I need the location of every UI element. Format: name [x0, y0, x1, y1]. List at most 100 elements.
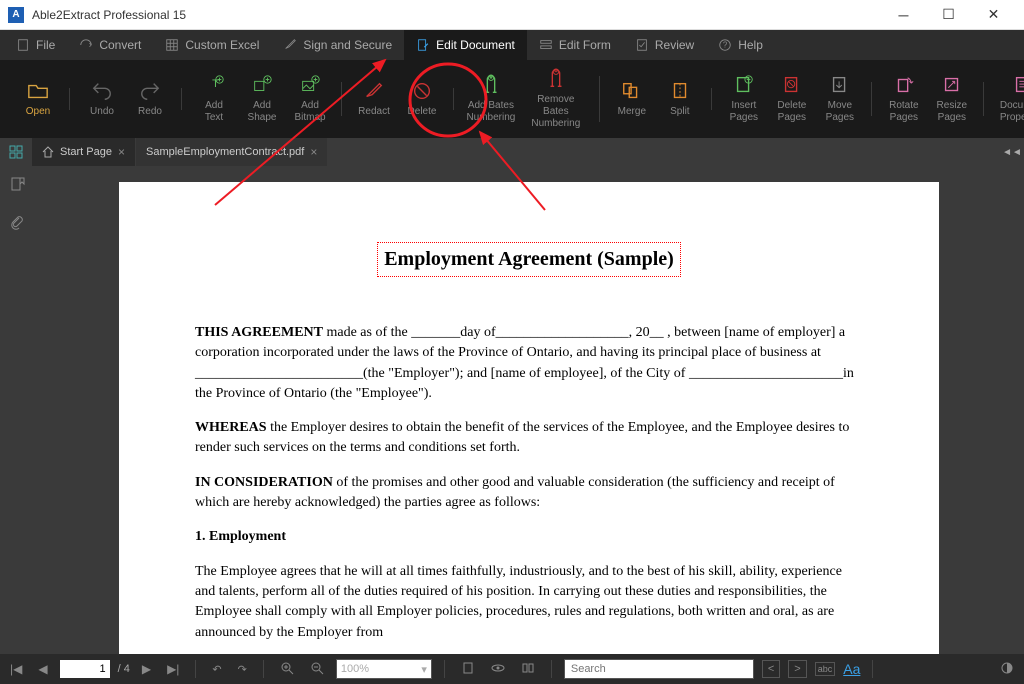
abc-toggle[interactable]: abc — [815, 662, 836, 676]
menu-file[interactable]: File — [4, 30, 67, 60]
undo-icon — [91, 80, 113, 102]
search-input[interactable] — [564, 659, 754, 679]
folder-open-icon — [27, 80, 49, 102]
undo-button[interactable]: Undo — [80, 76, 124, 122]
document-viewport[interactable]: Employment Agreement (Sample) THIS AGREE… — [34, 166, 1024, 654]
prev-page-button[interactable]: ◀ — [34, 662, 51, 676]
menu-sign-secure-label: Sign and Secure — [303, 38, 392, 52]
tab-close-icon[interactable]: × — [310, 145, 317, 159]
rotate-pages-label: Rotate Pages — [889, 100, 918, 124]
tab-document[interactable]: SampleEmploymentContract.pdf × — [136, 138, 328, 166]
menu-custom-excel-label: Custom Excel — [185, 38, 259, 52]
merge-label: Merge — [618, 106, 646, 118]
doc-paragraph: The Employee agrees that he will at all … — [195, 562, 863, 643]
insert-pages-icon — [733, 74, 755, 96]
contrast-button[interactable] — [996, 661, 1018, 678]
insert-pages-label: Insert Pages — [730, 100, 758, 124]
undo-label: Undo — [90, 106, 114, 118]
add-bitmap-button[interactable]: Add Bitmap — [288, 70, 332, 128]
delete-pages-button[interactable]: Delete Pages — [770, 70, 814, 128]
menu-edit-document[interactable]: Edit Document — [404, 30, 527, 60]
first-page-button[interactable]: |◀ — [6, 662, 26, 676]
delete-icon — [411, 80, 433, 102]
add-bitmap-icon — [299, 74, 321, 96]
remove-bates-icon — [545, 68, 567, 90]
remove-bates-label: Remove Bates Numbering — [528, 94, 584, 130]
titlebar: A Able2Extract Professional 15 ─ ☐ ✕ — [0, 0, 1024, 30]
menu-edit-form[interactable]: Edit Form — [527, 30, 623, 60]
menu-review[interactable]: Review — [623, 30, 706, 60]
text-settings-button[interactable]: Aa — [843, 661, 860, 677]
menu-help[interactable]: ? Help — [706, 30, 775, 60]
insert-pages-button[interactable]: Insert Pages — [722, 70, 766, 128]
add-shape-button[interactable]: Add Shape — [240, 70, 284, 128]
merge-button[interactable]: Merge — [610, 76, 654, 122]
menu-edit-form-label: Edit Form — [559, 38, 611, 52]
close-button[interactable]: ✕ — [971, 0, 1016, 30]
remove-bates-button[interactable]: Remove Bates Numbering — [522, 64, 590, 134]
add-text-button[interactable]: T Add Text — [192, 70, 236, 128]
search-next-button[interactable]: > — [788, 660, 806, 678]
tab-start-page[interactable]: Start Page × — [32, 138, 136, 166]
menu-custom-excel[interactable]: Custom Excel — [153, 30, 271, 60]
doc-properties-label: Document Properties — [1000, 100, 1024, 124]
add-bates-button[interactable]: Add Bates Numbering — [464, 70, 518, 128]
minimize-button[interactable]: ─ — [881, 0, 926, 30]
move-pages-icon — [829, 74, 851, 96]
delete-label: Delete — [408, 106, 437, 118]
last-page-button[interactable]: ▶| — [163, 662, 183, 676]
page-number-input[interactable] — [60, 660, 110, 678]
delete-button[interactable]: Delete — [400, 76, 444, 122]
tab-close-icon[interactable]: × — [118, 145, 125, 159]
menu-convert[interactable]: Convert — [67, 30, 153, 60]
open-label: Open — [26, 106, 50, 118]
split-button[interactable]: Split — [658, 76, 702, 122]
add-bitmap-label: Add Bitmap — [294, 100, 325, 124]
zoom-out-button[interactable] — [306, 661, 328, 678]
delete-pages-icon — [781, 74, 803, 96]
tab-start-label: Start Page — [60, 146, 112, 158]
maximize-button[interactable]: ☐ — [926, 0, 971, 30]
left-rail — [0, 166, 34, 654]
zoom-select[interactable]: 100%▾ — [336, 659, 432, 679]
open-button[interactable]: Open — [16, 76, 60, 122]
menu-sign-secure[interactable]: Sign and Secure — [271, 30, 404, 60]
resize-icon — [941, 74, 963, 96]
document-tabs: Start Page × SampleEmploymentContract.pd… — [0, 138, 1024, 166]
view-mode-3-button[interactable] — [517, 661, 539, 678]
add-text-icon: T — [203, 74, 225, 96]
bookmarks-icon[interactable] — [9, 176, 25, 197]
doc-properties-button[interactable]: Document Properties — [994, 70, 1024, 128]
ribbon: Open Undo Redo T Add Text Add Shape Add … — [0, 60, 1024, 138]
rotate-ccw-button[interactable]: ↶ — [208, 663, 225, 676]
doc-title: Employment Agreement (Sample) — [377, 242, 681, 277]
add-bates-label: Add Bates Numbering — [466, 100, 515, 124]
doc-paragraph: IN CONSIDERATION of the promises and oth… — [195, 473, 863, 514]
move-pages-button[interactable]: Move Pages — [818, 70, 862, 128]
view-mode-1-button[interactable] — [457, 661, 479, 678]
expand-tabs-button[interactable]: ◄◄ — [1000, 138, 1024, 166]
menu-review-label: Review — [655, 38, 694, 52]
thumbnails-toggle[interactable] — [0, 138, 32, 166]
next-page-button[interactable]: ▶ — [138, 662, 155, 676]
resize-pages-button[interactable]: Resize Pages — [930, 70, 974, 128]
doc-paragraph: THIS AGREEMENT THIS AGREEMENT made as of… — [195, 323, 863, 404]
rotate-pages-button[interactable]: Rotate Pages — [882, 70, 926, 128]
rotate-cw-button[interactable]: ↷ — [234, 663, 251, 676]
menu-convert-label: Convert — [99, 38, 141, 52]
zoom-in-button[interactable] — [276, 661, 298, 678]
add-bates-icon — [480, 74, 502, 96]
document-page: Employment Agreement (Sample) THIS AGREE… — [119, 182, 939, 654]
redact-button[interactable]: Redact — [352, 76, 396, 122]
window-title: Able2Extract Professional 15 — [32, 8, 881, 22]
split-icon — [669, 80, 691, 102]
properties-icon — [1012, 74, 1024, 96]
main-area: Employment Agreement (Sample) THIS AGREE… — [0, 166, 1024, 654]
redo-icon — [139, 80, 161, 102]
attachments-icon[interactable] — [9, 215, 25, 236]
form-icon — [539, 38, 553, 52]
search-prev-button[interactable]: < — [762, 660, 780, 678]
redo-button[interactable]: Redo — [128, 76, 172, 122]
page-total: / 4 — [118, 663, 130, 675]
view-mode-2-button[interactable] — [487, 661, 509, 678]
